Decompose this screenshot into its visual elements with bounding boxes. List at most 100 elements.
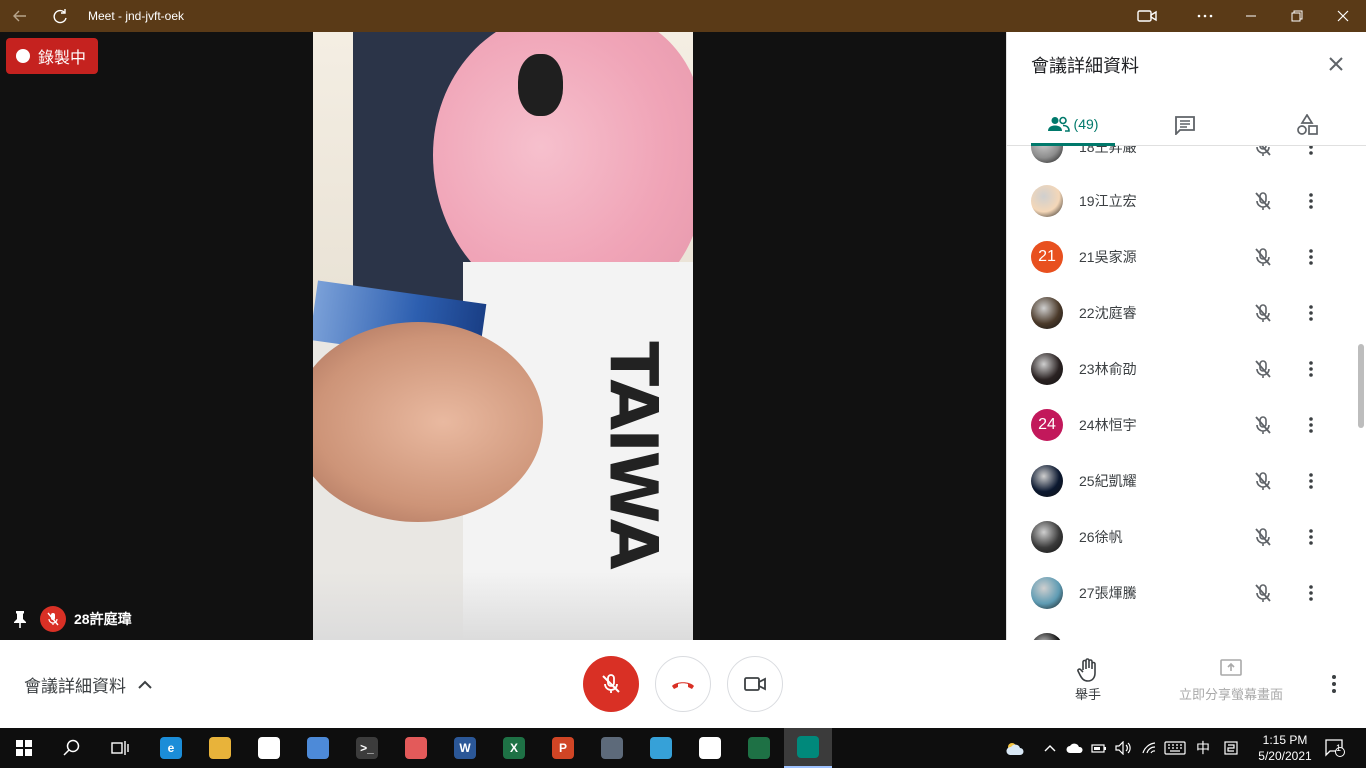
avatar <box>1031 146 1063 163</box>
notification-count: 1 <box>1336 743 1342 753</box>
more-options-icon[interactable] <box>1299 581 1323 605</box>
taskbar-app-powerpoint[interactable]: P <box>539 728 587 768</box>
video-stage: TAIWA <box>0 32 1006 640</box>
participant-row[interactable]: 18王昇嚴 <box>1007 146 1352 175</box>
search-button[interactable] <box>48 728 96 768</box>
battery-icon[interactable] <box>1088 728 1110 768</box>
participant-row[interactable]: 23林俞劭 <box>1007 341 1352 397</box>
participant-name: 26徐帆 <box>1079 529 1123 545</box>
taskbar-app-edge[interactable]: e <box>147 728 195 768</box>
participant-row[interactable] <box>1007 621 1352 640</box>
tab-activities[interactable] <box>1289 104 1329 146</box>
onedrive-icon[interactable] <box>1064 728 1086 768</box>
back-arrow-icon[interactable] <box>0 0 40 32</box>
more-options-icon[interactable] <box>1299 357 1323 381</box>
taskbar-app-meet[interactable] <box>784 728 832 768</box>
taskbar-app-file-explorer[interactable] <box>196 728 244 768</box>
window-title: Meet - jnd-jvft-oek <box>88 9 185 23</box>
mic-off-icon[interactable] <box>1251 469 1275 493</box>
meeting-details-toggle[interactable]: 會議詳細資料 <box>24 672 152 697</box>
weather-icon[interactable] <box>1002 728 1028 768</box>
more-options-icon[interactable] <box>1299 301 1323 325</box>
paint-icon <box>405 737 427 759</box>
mic-off-icon[interactable] <box>1251 301 1275 325</box>
keyboard-icon[interactable] <box>1162 728 1188 768</box>
avatar <box>1031 185 1063 217</box>
minimize-icon[interactable] <box>1228 0 1274 32</box>
refresh-icon[interactable] <box>40 0 80 32</box>
raise-hand-button[interactable]: 舉手 <box>1064 658 1112 703</box>
participant-row[interactable]: 24 24林恒宇 <box>1007 397 1352 453</box>
present-now-button[interactable]: 立即分享螢幕畫面 <box>1176 658 1286 703</box>
taskbar-app-paint[interactable] <box>392 728 440 768</box>
camera-toggle-button[interactable] <box>727 656 783 712</box>
more-options-icon[interactable] <box>1182 0 1228 32</box>
mic-off-icon <box>40 606 66 632</box>
present-now-label: 立即分享螢幕畫面 <box>1178 687 1283 702</box>
participant-name: 22沈庭睿 <box>1079 305 1137 321</box>
participant-row[interactable]: 27張煇騰 <box>1007 565 1352 621</box>
edge-icon: e <box>160 737 182 759</box>
task-view-button[interactable] <box>96 728 144 768</box>
ime-layout-icon[interactable] <box>1220 728 1242 768</box>
close-panel-icon[interactable] <box>1324 52 1348 76</box>
mic-off-icon[interactable] <box>1251 189 1275 213</box>
system-clock[interactable]: 1:15 PM 5/20/2021 <box>1252 732 1318 764</box>
start-button[interactable] <box>0 728 48 768</box>
meeting-details-label: 會議詳細資料 <box>24 677 126 696</box>
mic-off-icon <box>602 674 620 693</box>
participant-row[interactable]: 21 21吳家源 <box>1007 229 1352 285</box>
search-icon <box>63 739 80 756</box>
taskbar-app-excel[interactable]: X <box>490 728 538 768</box>
more-options-icon[interactable] <box>1299 469 1323 493</box>
mic-off-icon[interactable] <box>1251 245 1275 269</box>
mic-off-icon[interactable] <box>1251 581 1275 605</box>
self-tile-label: 28許庭瑋 <box>10 606 132 632</box>
camera-icon[interactable] <box>1124 0 1170 32</box>
avatar <box>1031 633 1063 640</box>
chevron-up-icon[interactable] <box>1040 728 1060 768</box>
microphone-toggle-button[interactable] <box>583 656 639 712</box>
pin-icon[interactable] <box>10 609 30 629</box>
people-icon <box>1047 116 1070 132</box>
tab-people[interactable]: (49) <box>1031 104 1115 146</box>
mic-off-icon[interactable] <box>1251 146 1275 159</box>
participant-row[interactable]: 26徐帆 <box>1007 509 1352 565</box>
mic-off-icon[interactable] <box>1251 413 1275 437</box>
taskbar-app-settings[interactable] <box>588 728 636 768</box>
participant-row[interactable]: 25紀凱耀 <box>1007 453 1352 509</box>
close-window-icon[interactable] <box>1320 0 1366 32</box>
tab-chat[interactable] <box>1167 104 1207 146</box>
taskbar-app-store[interactable] <box>245 728 293 768</box>
wifi-icon[interactable] <box>1138 728 1160 768</box>
taskbar-app-terminal[interactable]: >_ <box>343 728 391 768</box>
participant-name: 23林俞劭 <box>1079 361 1137 377</box>
taskbar-app-paint3d[interactable] <box>637 728 685 768</box>
notification-center-icon[interactable]: 1 <box>1322 728 1348 768</box>
participant-row[interactable]: 19江立宏 <box>1007 173 1352 229</box>
meeting-details-panel: 會議詳細資料 (49) 18王昇嚴 19江立宏 21 21吳家源 22沈庭睿 23林俞劭 2… <box>1006 32 1366 640</box>
taskbar-app-control-panel[interactable] <box>294 728 342 768</box>
ime-mode[interactable]: 中 <box>1192 728 1214 768</box>
more-options-icon[interactable] <box>1299 189 1323 213</box>
restore-icon[interactable] <box>1274 0 1320 32</box>
avatar <box>1031 297 1063 329</box>
taskbar-app-itunes[interactable] <box>686 728 734 768</box>
participant-name: 27張煇騰 <box>1079 585 1137 601</box>
participant-name: 21吳家源 <box>1079 249 1137 265</box>
participant-name: 24林恒宇 <box>1079 417 1137 433</box>
mic-off-icon[interactable] <box>1251 357 1275 381</box>
panel-scrollbar[interactable] <box>1358 344 1364 428</box>
participant-row[interactable]: 22沈庭睿 <box>1007 285 1352 341</box>
leave-call-button[interactable] <box>655 656 711 712</box>
more-options-icon[interactable] <box>1299 245 1323 269</box>
more-options-icon[interactable] <box>1299 525 1323 549</box>
clock-date: 5/20/2021 <box>1258 749 1312 763</box>
mic-off-icon[interactable] <box>1251 525 1275 549</box>
taskbar-app-sheets[interactable] <box>735 728 783 768</box>
more-options-icon[interactable] <box>1299 413 1323 437</box>
more-options-icon[interactable] <box>1322 672 1346 696</box>
volume-icon[interactable] <box>1112 728 1134 768</box>
more-options-icon[interactable] <box>1299 146 1323 159</box>
taskbar-app-word[interactable]: W <box>441 728 489 768</box>
